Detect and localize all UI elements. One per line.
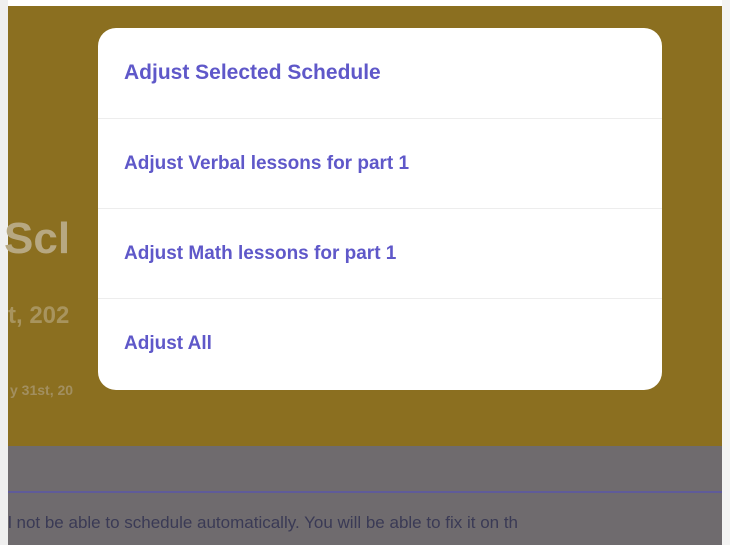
menu-item-adjust-verbal-lessons[interactable]: Adjust Verbal lessons for part 1 bbox=[98, 118, 662, 208]
background-schedule-date: y 31st, 20 bbox=[10, 382, 74, 398]
background-schedule-title: Scl bbox=[4, 214, 71, 263]
menu-item-adjust-selected-schedule[interactable]: Adjust Selected Schedule bbox=[98, 28, 662, 118]
content-divider bbox=[8, 491, 722, 493]
menu-item-adjust-all[interactable]: Adjust All bbox=[98, 298, 662, 388]
background-notice-text: l not be able to schedule automatically.… bbox=[8, 513, 519, 532]
screen: Scl t, 202 y 31st, 20 l not be able to s… bbox=[0, 0, 730, 545]
menu-item-adjust-math-lessons[interactable]: Adjust Math lessons for part 1 bbox=[98, 208, 662, 298]
left-edge-strip bbox=[0, 0, 8, 545]
background-schedule-subtitle: t, 202 bbox=[8, 302, 70, 329]
right-edge-strip bbox=[722, 0, 730, 545]
adjust-options-menu: Adjust Selected Schedule Adjust Verbal l… bbox=[98, 28, 662, 390]
